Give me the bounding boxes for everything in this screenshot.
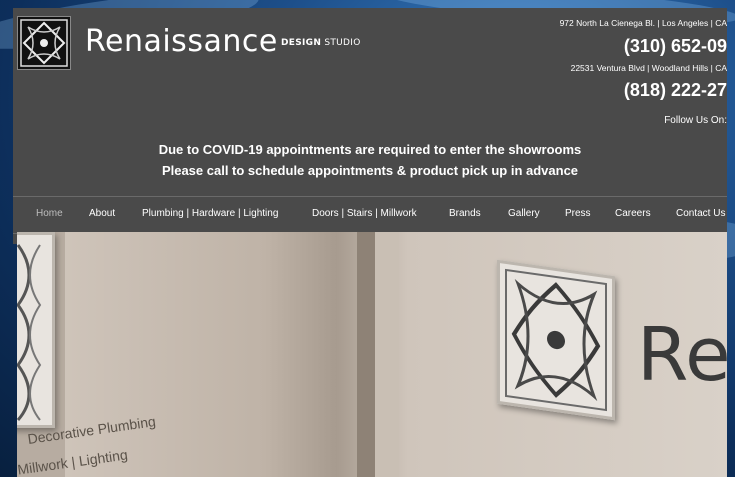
logo-icon[interactable] [17,16,71,70]
nav-item-press[interactable]: Press [565,208,591,219]
nav-item-about[interactable]: About [89,208,115,219]
nav-item-home[interactable]: Home [36,208,63,219]
covid-notice-line2: Please call to schedule appointments & p… [161,163,579,178]
main-nav: Home About Plumbing | Hardware | Lightin… [13,196,727,234]
header-panel: Renaissance DESIGN STUDIO 972 North La C… [13,8,727,244]
address-los-angeles: 972 North La Cienega Bl. | Los Angeles |… [559,18,727,28]
phone-los-angeles[interactable]: (310) 652-09 [624,36,727,57]
nav-item-doors-stairs-millwork[interactable]: Doors | Stairs | Millwork [312,208,417,219]
brand-name[interactable]: Renaissance [85,24,278,59]
wall-pillar [375,232,399,477]
covid-notice-line1: Due to COVID-19 appointments are require… [158,142,582,157]
nav-item-careers[interactable]: Careers [615,208,651,219]
follow-us-label: Follow Us On: [664,115,727,126]
address-woodland-hills: 22531 Ventura Blvd | Woodland Hills | CA [570,63,727,73]
sign-letters: Re [637,312,727,398]
wall-pillar-shadow [357,232,375,477]
phone-woodland-hills[interactable]: (818) 222-27 [624,80,727,101]
hero-image: Re Decorative Plumbing Millwork | Lighti… [17,232,727,477]
nav-item-gallery[interactable]: Gallery [508,208,540,219]
ornament-tile-left-icon [17,232,55,428]
nav-item-contact-us[interactable]: Contact Us [676,208,725,219]
brand-subtitle: DESIGN STUDIO [281,38,361,48]
nav-item-brands[interactable]: Brands [449,208,481,219]
nav-item-plumbing-hardware-lighting[interactable]: Plumbing | Hardware | Lighting [142,208,278,219]
ornament-tile-icon [497,259,615,421]
